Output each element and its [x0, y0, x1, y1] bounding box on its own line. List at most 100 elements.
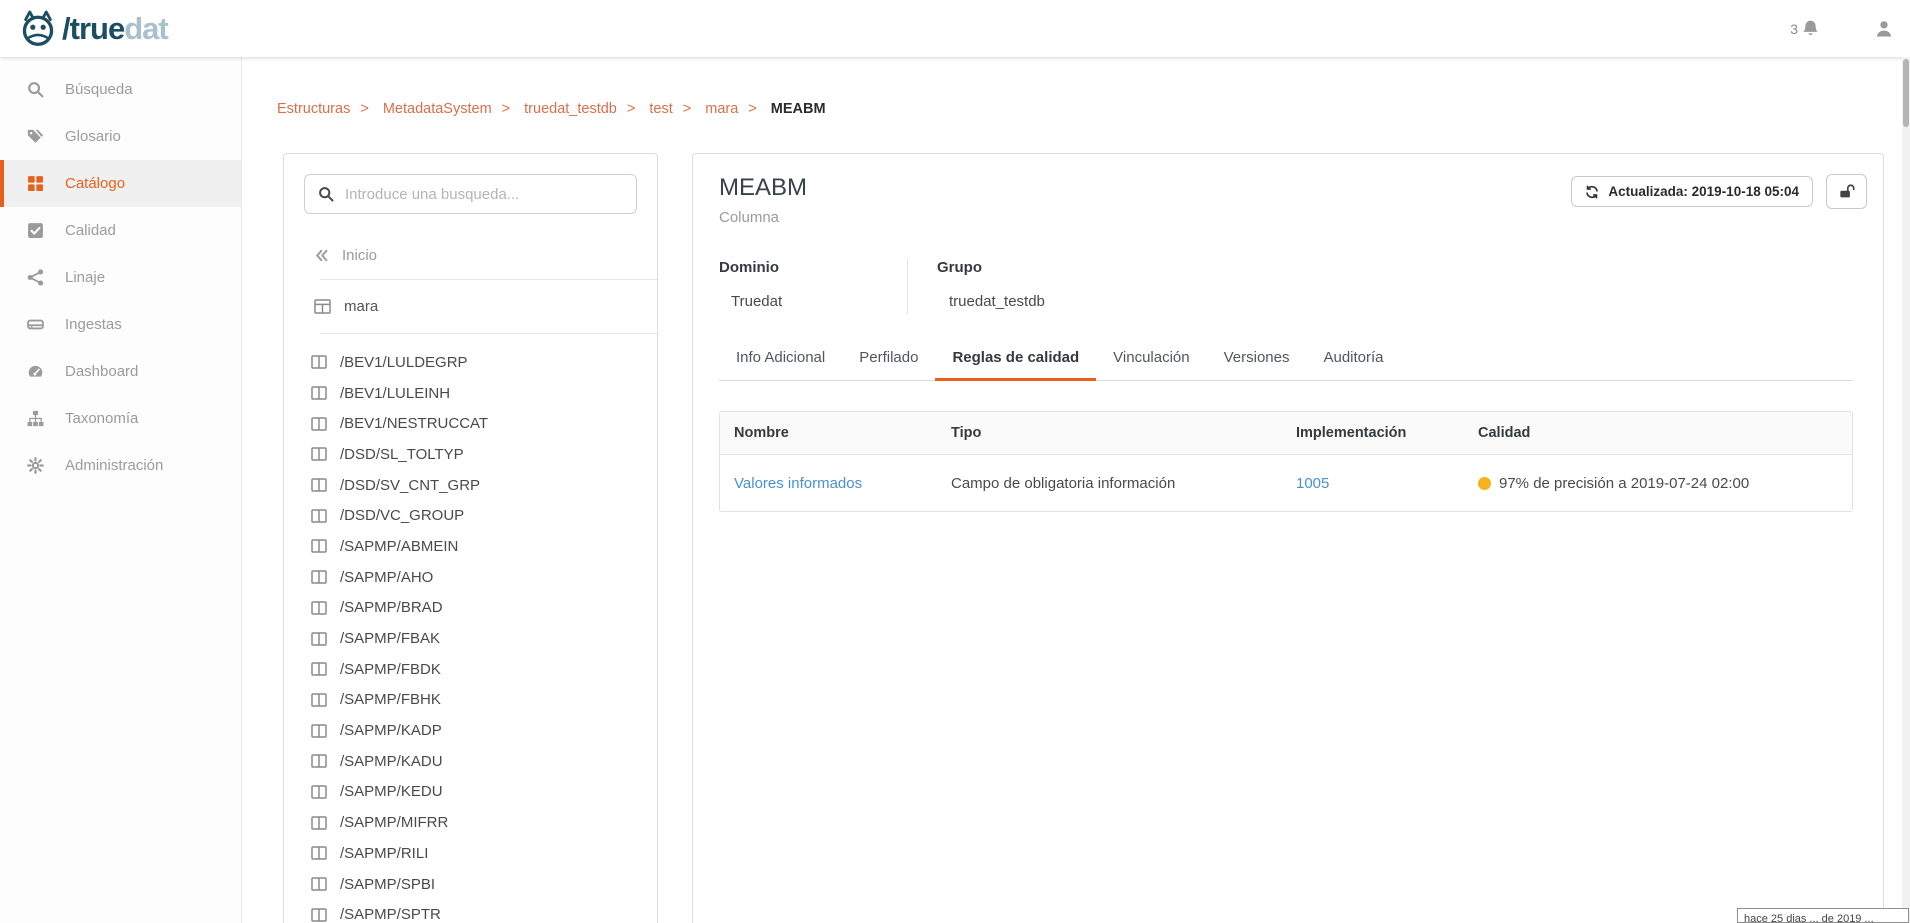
tree-item-label: /SAPMP/SPTR	[340, 906, 441, 923]
sidebar-item[interactable]: Búsqueda	[0, 66, 241, 113]
tree-search-box	[304, 174, 637, 214]
tree-root-item[interactable]: mara	[284, 280, 657, 333]
sidebar-item[interactable]: Administración	[0, 442, 241, 489]
sidebar-item-label: Búsqueda	[65, 81, 133, 98]
tab[interactable]: Perfilado	[842, 339, 935, 381]
rule-type-cell: Campo de obligatoria información	[937, 475, 1282, 492]
tree-item-label: /SAPMP/SPBI	[340, 876, 435, 893]
columns-icon	[311, 877, 327, 891]
tab-label: Reglas de calidad	[952, 349, 1079, 366]
tree-item[interactable]: /SAPMP/KADP	[311, 715, 657, 746]
sidebar-item-label: Administración	[65, 457, 163, 474]
tree-item[interactable]: /SAPMP/KADU	[311, 746, 657, 777]
tree-item[interactable]: /DSD/SL_TOLTYP	[311, 439, 657, 470]
truedat-logo[interactable]: /truedat	[18, 9, 168, 49]
scrollbar-thumb[interactable]	[1903, 59, 1909, 127]
tree-home-button[interactable]: Inicio	[284, 234, 657, 279]
tab[interactable]: Reglas de calidad	[935, 339, 1096, 381]
updated-button[interactable]: Actualizada: 2019-10-18 05:04	[1571, 176, 1813, 207]
table-row: Valores informados Campo de obligatoria …	[720, 455, 1852, 511]
columns-icon	[311, 478, 327, 492]
structure-type-label: Columna	[719, 209, 1853, 226]
sidebar-item[interactable]: Dashboard	[0, 348, 241, 395]
search-icon	[27, 81, 44, 98]
tree-search-input[interactable]	[345, 186, 623, 203]
tree-item[interactable]: /SAPMP/FBHK	[311, 685, 657, 716]
tab[interactable]: Versiones	[1207, 339, 1307, 381]
page-scrollbar[interactable]	[1902, 57, 1910, 923]
breadcrumb-separator: >	[502, 101, 510, 117]
columns-icon	[311, 785, 327, 799]
detail-tabs: Info Adicional Perfilado Reglas de calid…	[719, 339, 1853, 381]
breadcrumb-item: Estructuras>	[277, 101, 379, 117]
tree-item[interactable]: /SAPMP/BRAD	[311, 593, 657, 624]
notifications-button[interactable]: 3	[1790, 19, 1820, 38]
sidebar-item[interactable]: Taxonomía	[0, 395, 241, 442]
field-label: Grupo	[937, 259, 1095, 276]
tree-item[interactable]: /BEV1/LULEINH	[311, 378, 657, 409]
tree-item[interactable]: /SAPMP/FBDK	[311, 654, 657, 685]
tree-item[interactable]: /SAPMP/FBAK	[311, 623, 657, 654]
user-menu-button[interactable]	[1874, 19, 1894, 39]
tree-root-label: mara	[344, 298, 378, 315]
implementation-link[interactable]: 1005	[1296, 475, 1329, 492]
unlock-icon	[1838, 183, 1855, 200]
updated-label: Actualizada: 2019-10-18 05:04	[1608, 184, 1799, 199]
check-square-icon	[27, 222, 44, 239]
tree-item-label: /SAPMP/KEDU	[340, 783, 443, 800]
tree-item[interactable]: /SAPMP/RILI	[311, 838, 657, 869]
tree-item[interactable]: /SAPMP/AHO	[311, 562, 657, 593]
tree-item[interactable]: /DSD/VC_GROUP	[311, 500, 657, 531]
unlock-button[interactable]	[1826, 174, 1867, 209]
sidebar-item[interactable]: Calidad	[0, 207, 241, 254]
breadcrumb-link[interactable]: mara	[705, 101, 738, 117]
tags-icon	[27, 128, 44, 145]
metadata-field: Grupo truedat_testdb	[907, 259, 1095, 314]
tree-item[interactable]: /DSD/SV_CNT_GRP	[311, 470, 657, 501]
columns-icon	[311, 908, 327, 922]
tree-item-label: /DSD/VC_GROUP	[340, 507, 464, 524]
sidebar-item-label: Linaje	[65, 269, 105, 286]
owl-logo-icon	[18, 9, 58, 49]
sidebar-item[interactable]: Glosario	[0, 113, 241, 160]
sidebar-item[interactable]: Ingestas	[0, 301, 241, 348]
tree-item[interactable]: /SAPMP/SPBI	[311, 869, 657, 900]
tree-item[interactable]: /SAPMP/KEDU	[311, 777, 657, 808]
tree-item[interactable]: /SAPMP/SPTR	[311, 899, 657, 923]
tab-label: Vinculación	[1113, 349, 1189, 366]
breadcrumb-item: test >	[649, 101, 701, 117]
tree-item-label: /SAPMP/FBAK	[340, 630, 440, 647]
tree-home-label: Inicio	[342, 247, 377, 264]
tab[interactable]: Info Adicional	[719, 339, 842, 381]
tab[interactable]: Vinculación	[1096, 339, 1206, 381]
columns-icon	[311, 539, 327, 553]
breadcrumb-link[interactable]: MetadataSystem	[383, 101, 492, 117]
tab[interactable]: Auditoría	[1306, 339, 1400, 381]
tree-item[interactable]: /BEV1/LULDEGRP	[311, 347, 657, 378]
top-bar: /truedat 3	[0, 0, 1910, 57]
field-label: Dominio	[719, 259, 907, 276]
tree-item-list: /BEV1/LULDEGRP /BEV1/LULEINH /BEV1/NESTR…	[284, 334, 657, 923]
bell-icon	[1801, 19, 1820, 38]
tree-item-label: /DSD/SV_CNT_GRP	[340, 477, 480, 494]
breadcrumb-separator: >	[627, 101, 635, 117]
detail-header-actions: Actualizada: 2019-10-18 05:04	[1571, 174, 1867, 209]
columns-icon	[311, 355, 327, 369]
breadcrumb-link[interactable]: truedat_testdb	[524, 101, 617, 117]
search-icon	[318, 186, 334, 202]
breadcrumb-separator: >	[683, 101, 691, 117]
columns-icon	[311, 601, 327, 615]
sidebar-item[interactable]: Linaje	[0, 254, 241, 301]
status-tooltip-fragment: hace 25 dias ... de 2019 ...	[1737, 908, 1909, 923]
tree-item[interactable]: /SAPMP/ABMEIN	[311, 531, 657, 562]
tree-item[interactable]: /BEV1/NESTRUCCAT	[311, 408, 657, 439]
breadcrumb-link[interactable]: Estructuras	[277, 101, 350, 117]
sidebar-item-label: Dashboard	[65, 363, 138, 380]
tree-item[interactable]: /SAPMP/MIFRR	[311, 807, 657, 838]
sidebar-item[interactable]: Catálogo	[0, 160, 241, 207]
rule-name-link[interactable]: Valores informados	[734, 475, 862, 492]
breadcrumb-link[interactable]: test	[649, 101, 672, 117]
metadata-fields: Dominio Truedat Grupo truedat_testdb	[719, 259, 1853, 314]
tree-item-label: /SAPMP/FBHK	[340, 691, 441, 708]
gear-icon	[27, 457, 44, 474]
